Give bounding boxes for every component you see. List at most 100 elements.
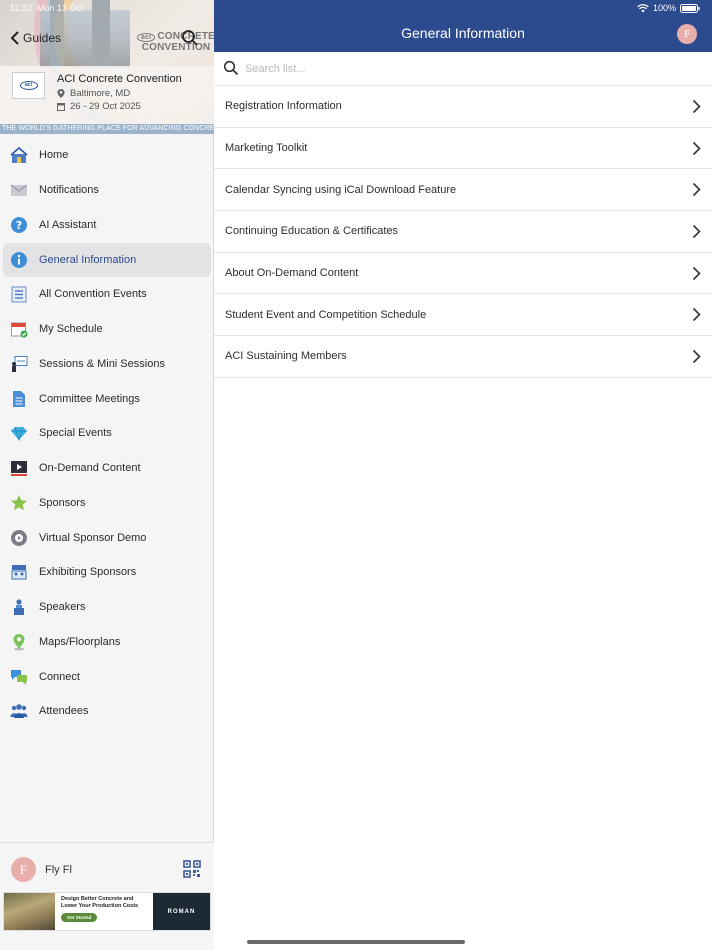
event-location: Baltimore, MD: [57, 88, 130, 99]
chevron-right-icon: [692, 99, 701, 114]
sidebar-item-special-events[interactable]: Special Events: [0, 416, 214, 451]
sidebar-item-speakers[interactable]: Speakers: [0, 590, 214, 625]
list-item-continuing-education[interactable]: Continuing Education & Certificates: [214, 211, 712, 253]
document-icon: [10, 390, 28, 408]
sidebar-item-all-convention-events[interactable]: All Convention Events: [0, 277, 214, 312]
chevron-right-icon: [692, 183, 701, 197]
sidebar-item-on-demand-content[interactable]: On-Demand Content: [0, 451, 214, 486]
list-item-student-event-schedule[interactable]: Student Event and Competition Schedule: [214, 294, 712, 337]
chat-icon: [10, 668, 28, 686]
info-icon: [10, 251, 28, 269]
wifi-icon: [637, 3, 649, 12]
sidebar-item-label: My Schedule: [39, 323, 103, 336]
svg-text:?: ?: [16, 219, 22, 232]
video-icon: [10, 459, 28, 477]
sidebar-item-label: Virtual Sponsor Demo: [39, 531, 147, 544]
sidebar-item-label: Connect: [39, 670, 80, 683]
list-item-about-on-demand-content[interactable]: About On-Demand Content: [214, 252, 712, 295]
list-item-marketing-toolkit[interactable]: Marketing Toolkit: [214, 127, 712, 170]
sidebar-item-ai-assistant[interactable]: ? AI Assistant: [0, 208, 214, 243]
chevron-right-icon: [692, 224, 701, 239]
list-item-label: ACI Sustaining Members: [225, 350, 347, 363]
sidebar: 11:32 Mon 13 Oct Guides aci CONCRETE CONV…: [0, 0, 214, 950]
sidebar-item-connect[interactable]: Connect: [0, 659, 214, 694]
page-title: General Information: [401, 25, 525, 41]
event-banner: 11:32 Mon 13 Oct Guides aci CONCRETE CONV…: [0, 0, 214, 134]
sidebar-item-exhibiting-sponsors[interactable]: Exhibiting Sponsors: [0, 555, 214, 590]
ad-headline: Design Better Concrete and Lower Your Pr…: [61, 896, 139, 909]
event-logo: aci: [12, 72, 45, 99]
list-item-aci-sustaining-members[interactable]: ACI Sustaining Members: [214, 336, 712, 378]
sidebar-item-label: Home: [39, 149, 69, 162]
sidebar-item-committee-meetings[interactable]: Committee Meetings: [0, 381, 214, 416]
sidebar-item-sponsors[interactable]: Sponsors: [0, 486, 214, 521]
sidebar-item-attendees[interactable]: Attendees: [0, 694, 214, 729]
sidebar-item-virtual-sponsor-demo[interactable]: Virtual Sponsor Demo: [0, 520, 214, 555]
search-input[interactable]: [245, 60, 685, 78]
people-icon: [10, 702, 28, 720]
chevron-right-icon: [692, 266, 701, 280]
question-icon: ?: [10, 216, 28, 234]
sidebar-item-label: Special Events: [39, 427, 112, 440]
sidebar-footer: F Fly Fl Design Better Concrete and Lowe…: [0, 842, 214, 950]
search-icon[interactable]: [181, 29, 199, 47]
sidebar-item-sessions[interactable]: Sessions & Mini Sessions: [0, 347, 214, 382]
sidebar-item-notifications[interactable]: Notifications: [0, 173, 214, 208]
ad-text: Design Better Concrete and Lower Your Pr…: [55, 893, 153, 930]
avatar[interactable]: F: [677, 24, 697, 44]
list-item-label: Calendar Syncing using iCal Download Fea…: [225, 183, 457, 196]
event-dates: 26 - 29 Oct 2025: [57, 101, 141, 112]
home-indicator[interactable]: [247, 940, 465, 944]
event-title: ACI Concrete Convention: [57, 73, 182, 85]
sidebar-item-label: Exhibiting Sponsors: [39, 566, 137, 579]
sidebar-item-label: General Information: [39, 253, 137, 266]
sidebar-nav: Home Notifications ? AI Assistant Genera…: [0, 138, 214, 729]
speaker-icon: [10, 598, 28, 616]
ad-brand-logo: ROMAN: [153, 893, 210, 930]
list-item-label: Student Event and Competition Schedule: [225, 308, 427, 321]
sidebar-item-label: On-Demand Content: [39, 462, 141, 475]
status-time-date: 11:32 Mon 13 Oct: [10, 3, 84, 13]
map-pin-icon: [57, 89, 65, 98]
battery-percent: 100%: [652, 3, 676, 13]
ad-cta-button[interactable]: Get Started: [61, 913, 98, 922]
user-name[interactable]: Fly Fl: [45, 864, 72, 876]
sidebar-item-label: Sessions & Mini Sessions: [39, 357, 165, 370]
play-circle-icon: [10, 529, 28, 547]
sidebar-item-label: AI Assistant: [39, 218, 97, 231]
chevron-right-icon: [692, 308, 701, 322]
presentation-icon: [10, 355, 28, 373]
list-item-label: Registration Information: [225, 100, 342, 113]
star-icon: [10, 494, 28, 512]
map-pin-icon: [10, 633, 28, 651]
sidebar-item-label: Committee Meetings: [39, 392, 140, 405]
sidebar-item-home[interactable]: Home: [0, 138, 214, 173]
event-tagline: THE WORLD'S GATHERING PLACE FOR ADVANCIN…: [0, 124, 214, 134]
avatar[interactable]: F: [11, 857, 36, 882]
home-icon: [10, 146, 28, 164]
info-list: Registration Information Marketing Toolk…: [214, 86, 712, 378]
diamond-icon: [10, 424, 28, 442]
search-bar: [214, 52, 712, 86]
list-item-label: About On-Demand Content: [225, 267, 359, 280]
calendar-check-icon: [10, 320, 28, 338]
list-icon: [10, 285, 28, 303]
sidebar-item-general-information[interactable]: General Information: [0, 242, 214, 278]
sidebar-item-label: Attendees: [39, 705, 89, 718]
envelope-icon: [10, 181, 28, 199]
sidebar-item-maps[interactable]: Maps/Floorplans: [0, 625, 214, 660]
top-navigation-bar: 100% General Information F: [214, 0, 712, 52]
ad-image: [4, 893, 55, 930]
chevron-right-icon: [692, 141, 701, 155]
chevron-left-icon: [10, 31, 19, 45]
list-item-calendar-syncing[interactable]: Calendar Syncing using iCal Download Fea…: [214, 169, 712, 212]
battery-icon: [680, 3, 700, 13]
status-indicators: 100%: [637, 3, 700, 13]
sponsor-ad-banner[interactable]: Design Better Concrete and Lower Your Pr…: [3, 892, 211, 931]
sidebar-item-my-schedule[interactable]: My Schedule: [0, 312, 214, 347]
qr-code-icon[interactable]: [183, 860, 201, 878]
sidebar-item-label: Maps/Floorplans: [39, 635, 121, 648]
back-button[interactable]: Guides: [10, 31, 61, 45]
list-item-registration-information[interactable]: Registration Information: [214, 86, 712, 128]
sidebar-item-label: Notifications: [39, 184, 99, 197]
